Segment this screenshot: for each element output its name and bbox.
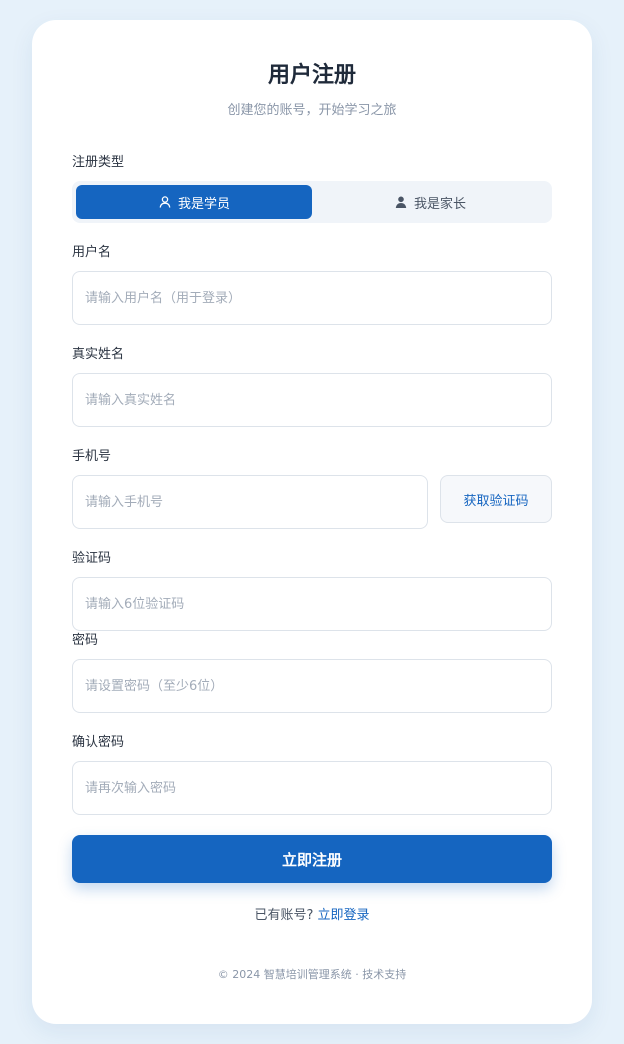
code-input[interactable] [72,577,552,631]
password-label: 密码 [72,633,99,648]
student-option-label: 我是学员 [177,196,230,212]
phone-input[interactable] [72,475,428,529]
student-option-button[interactable]: 我是学员 [76,185,312,219]
phone-label: 手机号 [72,449,112,464]
parent-option-button[interactable]: 我是家长 [312,185,548,219]
register-card: 用户注册 创建您的账号，开始学习之旅 注册类型 我是学员 我是家长 用户名 真实 [32,20,592,1024]
register-type-toggle: 我是学员 我是家长 [72,181,552,223]
password-input[interactable] [72,659,552,713]
page-subtitle: 创建您的账号，开始学习之旅 [227,103,397,118]
login-link[interactable]: 立即登录 [317,908,369,923]
user-filled-icon [394,195,408,209]
confirm-password-input[interactable] [72,761,552,815]
register-type-label: 注册类型 [72,155,125,170]
username-label: 用户名 [72,245,112,260]
get-code-button[interactable]: 获取验证码 [440,475,552,523]
register-submit-button[interactable]: 立即注册 [72,835,552,883]
page-title: 用户注册 [267,63,356,88]
code-label: 验证码 [72,551,112,566]
login-prompt-text: 已有账号? [254,908,314,923]
realname-label: 真实姓名 [72,347,125,362]
username-input[interactable] [72,271,552,325]
login-prompt: 已有账号? 立即登录 [32,907,592,925]
parent-option-label: 我是家长 [413,196,466,212]
user-outline-icon [158,195,172,209]
footer-copyright: © 2024 智慧培训管理系统 · 技术支持 [217,968,407,981]
realname-input[interactable] [72,373,552,427]
confirm-password-label: 确认密码 [72,735,125,750]
